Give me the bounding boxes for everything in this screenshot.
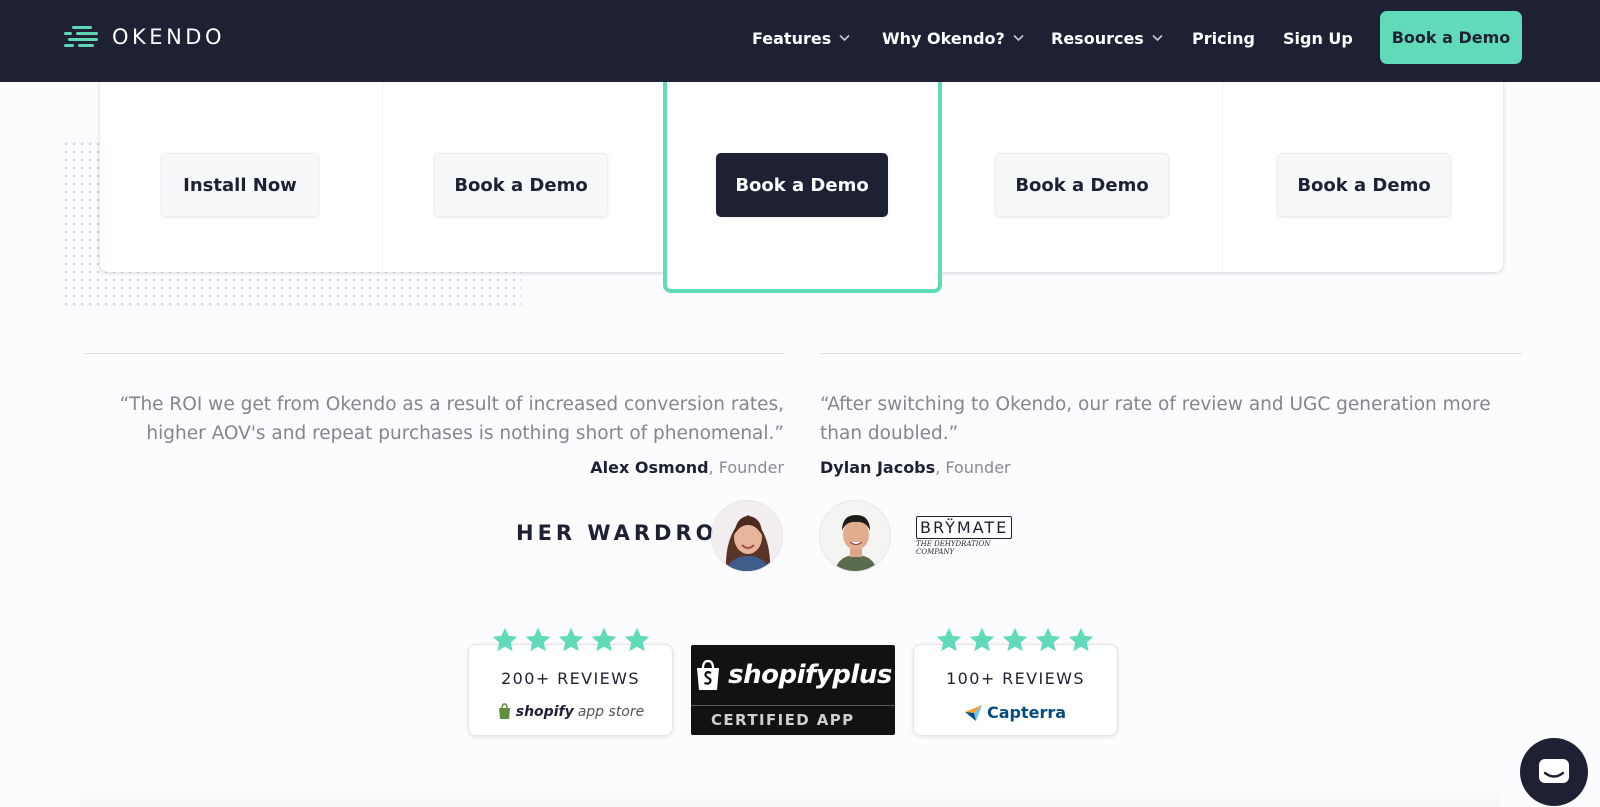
- shopify-bag-icon: [697, 659, 720, 690]
- nav-pricing-label: Pricing: [1192, 28, 1255, 48]
- testimonial-quote: “The ROI we get from Okendo as a result …: [119, 394, 784, 444]
- star-icon: [1035, 627, 1061, 652]
- person-photo: [820, 501, 890, 571]
- chevron-down-icon: [1013, 34, 1024, 42]
- divider-line: [84, 353, 784, 354]
- review-count: 200+ REVIEWS: [501, 669, 640, 688]
- person-photo: [712, 501, 782, 571]
- shopify-bag-icon: [498, 703, 510, 719]
- star-icon: [1002, 627, 1028, 652]
- divider-line: [820, 353, 1522, 354]
- plan-book-demo-button[interactable]: Book a Demo: [1277, 153, 1451, 217]
- star-icon: [492, 627, 518, 652]
- okendo-logo-icon: [64, 23, 100, 51]
- book-demo-nav-button[interactable]: Book a Demo: [1380, 11, 1522, 64]
- certified-app-label: CERTIFIED APP: [711, 711, 855, 729]
- badge-divider: [691, 705, 895, 706]
- star-icon: [525, 627, 551, 652]
- app-store-word: app store: [577, 703, 645, 720]
- brumate-logo: BRŸMATE THE DEHYDRATION COMPANY: [916, 516, 1020, 556]
- nav-why-okendo[interactable]: Why Okendo?: [882, 26, 1024, 50]
- nav-features-label: Features: [752, 28, 832, 48]
- next-section-edge: [80, 790, 1500, 807]
- author-name: Alex Osmond: [590, 458, 709, 477]
- avatar: [819, 500, 891, 572]
- star-icon: [558, 627, 584, 652]
- capterra-reviews-badge[interactable]: 100+ REVIEWS Capterra: [913, 644, 1118, 736]
- capterra-logo: Capterra: [914, 703, 1117, 722]
- capterra-word: Capterra: [986, 703, 1067, 722]
- rating-stars: [935, 626, 1095, 656]
- star-icon: [591, 627, 617, 652]
- nav-resources-label: Resources: [1051, 28, 1144, 48]
- nav-resources[interactable]: Resources: [1051, 26, 1163, 50]
- chat-icon: [1539, 759, 1569, 783]
- author-name: Dylan Jacobs: [820, 458, 936, 477]
- plan-divider: [382, 82, 383, 272]
- capterra-arrow-icon: [964, 704, 982, 721]
- author-role: , Founder: [935, 458, 1011, 477]
- chevron-down-icon: [1152, 34, 1163, 42]
- shopify-plus-wordmark: shopifyplus: [728, 660, 892, 690]
- shopify-plus-certified-badge[interactable]: shopifyplus CERTIFIED APP: [691, 645, 895, 735]
- nav-pricing[interactable]: Pricing: [1192, 26, 1255, 50]
- rating-stars: [491, 626, 651, 656]
- testimonial-attribution: Dylan Jacobs, Founder: [820, 458, 1011, 477]
- nav-features[interactable]: Features: [752, 26, 850, 50]
- nav-why-okendo-label: Why Okendo?: [882, 28, 1005, 48]
- install-now-button[interactable]: Install Now: [161, 153, 319, 217]
- testimonial-attribution: Alex Osmond, Founder: [590, 458, 784, 477]
- author-role: , Founder: [708, 458, 784, 477]
- chevron-down-icon: [839, 34, 850, 42]
- chat-launcher-button[interactable]: [1520, 738, 1588, 806]
- star-icon: [624, 627, 650, 652]
- star-icon: [1068, 627, 1094, 652]
- nav-sign-up[interactable]: Sign Up: [1283, 26, 1353, 50]
- shopify-app-store-logo: shopify app store: [469, 703, 672, 720]
- testimonial-quote: “After switching to Okendo, our rate of …: [820, 394, 1491, 444]
- featured-book-demo-button[interactable]: Book a Demo: [716, 153, 888, 217]
- review-count: 100+ REVIEWS: [946, 669, 1085, 688]
- brumate-wordmark: BRŸMATE: [916, 516, 1013, 539]
- avatar: [711, 500, 783, 572]
- star-icon: [936, 627, 962, 652]
- shopify-reviews-badge[interactable]: 200+ REVIEWS shopify app store: [468, 644, 673, 736]
- okendo-logo[interactable]: OKENDO: [64, 22, 225, 52]
- top-navbar: OKENDO Features Why Okendo? Resources Pr…: [0, 0, 1600, 82]
- logo-wordmark: OKENDO: [112, 25, 225, 49]
- plan-divider: [1222, 82, 1223, 272]
- plan-book-demo-button[interactable]: Book a Demo: [434, 153, 608, 217]
- shopify-plus-wordmark-row: shopifyplus: [691, 645, 895, 705]
- shopify-word: shopify: [515, 703, 574, 720]
- plan-book-demo-button[interactable]: Book a Demo: [995, 153, 1169, 217]
- star-icon: [969, 627, 995, 652]
- nav-sign-up-label: Sign Up: [1283, 28, 1353, 48]
- brumate-tagline: THE DEHYDRATION COMPANY: [916, 540, 991, 556]
